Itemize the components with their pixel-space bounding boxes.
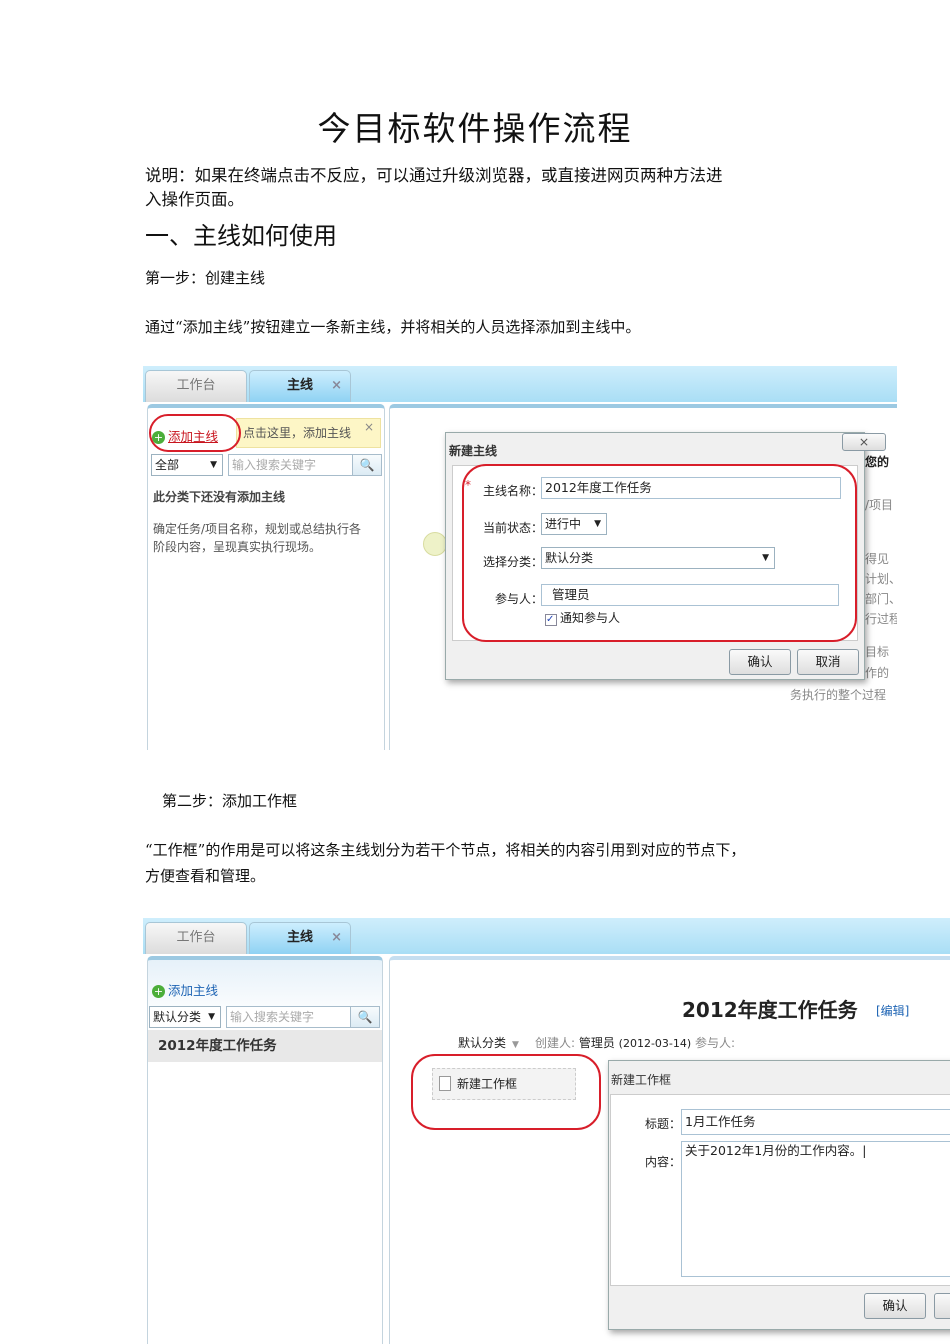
mainline-list-item[interactable]: 2012年度工作任务	[148, 1030, 382, 1062]
screenshot-add-workframe: 工作台 主线 × + 添加主线 默认分类 ▼ 输入搜索关键字 🔍 2012年度工作任务…	[143, 918, 950, 1344]
cancel-button[interactable]	[934, 1293, 950, 1319]
content-label: 内容：	[644, 1155, 681, 1169]
dialog-title: 新建工作框	[611, 1073, 672, 1087]
section-heading: 一、主线如何使用	[145, 222, 337, 250]
dialog-title: 新建主线	[449, 444, 498, 458]
select-value: 默认分类	[153, 1010, 202, 1024]
step2-desc-1: “工作框”的作用是可以将这条主线划分为若干个节点，将相关的内容引用到对应的节点下…	[145, 841, 746, 859]
dialog-close-button[interactable]: ×	[842, 433, 886, 451]
step1-desc: 通过“添加主线”按钮建立一条新主线，并将相关的人员选择添加到主线中。	[145, 318, 641, 336]
chevron-down-icon[interactable]: ▼	[512, 1040, 519, 1050]
dialog-body: 标题： 1月工作任务 内容： 关于2012年1月份的工作内容。|	[610, 1094, 950, 1286]
add-mainline-link[interactable]: + 添加主线	[152, 980, 218, 999]
sidebar-panel: + 添加主线 默认分类 ▼ 输入搜索关键字 🔍 2012年度工作任务	[147, 956, 383, 1344]
search-icon[interactable]: 🔍	[350, 1006, 380, 1028]
tooltip-text: 点击这里，添加主线	[243, 426, 352, 440]
tab-workbench[interactable]: 工作台	[145, 922, 247, 954]
highlight-ring	[411, 1054, 601, 1130]
empty-desc-1: 确定任务/项目名称，规划或总结执行各	[153, 522, 362, 536]
category-select[interactable]: 全部 ▼	[151, 454, 223, 476]
tab-label: 主线	[286, 378, 313, 393]
empty-desc-2: 阶段内容，呈现真实执行现场。	[153, 540, 322, 554]
step2-label: 第二步：添加工作框	[162, 792, 298, 810]
title-label: 标题：	[644, 1117, 681, 1131]
bg-text: /项目	[865, 498, 894, 512]
step2-desc-2: 方便查看和管理。	[145, 867, 266, 885]
tab-mainline[interactable]: 主线 ×	[249, 370, 351, 402]
search-icon[interactable]: 🔍	[352, 454, 382, 476]
mainline-title: 2012年度工作任务	[682, 998, 858, 1022]
category-label[interactable]: 默认分类	[458, 1036, 506, 1050]
creator: 管理员	[578, 1036, 615, 1050]
document-title: 今目标软件操作流程	[317, 109, 633, 148]
creator-label: 创建人:	[534, 1036, 575, 1050]
add-link-label: 添加主线	[168, 983, 219, 998]
tooltip-close-icon[interactable]: ×	[364, 413, 374, 441]
empty-title: 此分类下还没有添加主线	[153, 490, 286, 504]
tab-label: 主线	[286, 930, 313, 945]
close-icon[interactable]: ×	[331, 371, 342, 401]
intro-line-2: 入操作页面。	[145, 190, 244, 209]
close-icon[interactable]: ×	[331, 923, 342, 953]
meta-row: 默认分类 ▼ 创建人: 管理员 (2012-03-14) 参与人:	[458, 1034, 735, 1051]
bg-text: 行过程	[865, 612, 897, 626]
new-frame-dialog: 新建工作框 标题： 1月工作任务 内容： 关于2012年1月份的工作内容。| 确…	[608, 1060, 950, 1330]
members-label: 参与人:	[695, 1036, 736, 1050]
confirm-button[interactable]: 确认	[729, 649, 791, 675]
bg-text: 您的	[865, 455, 890, 469]
sidebar-panel: + 添加主线 点击这里，添加主线 × 全部 ▼ 输入搜索关键字 🔍 此分类下还没有添加…	[147, 404, 385, 750]
bg-text: 部门、	[865, 592, 897, 606]
highlight-ring	[462, 464, 857, 642]
cancel-button[interactable]: 取消	[797, 649, 859, 675]
tab-mainline[interactable]: 主线 ×	[249, 922, 351, 954]
created-date: (2012-03-14)	[618, 1037, 692, 1050]
bg-text: 目标	[865, 645, 890, 659]
mail-icon	[423, 532, 447, 556]
plus-icon: +	[152, 985, 165, 998]
confirm-button[interactable]: 确认	[864, 1293, 926, 1319]
title-input[interactable]: 1月工作任务	[681, 1109, 950, 1135]
category-select[interactable]: 默认分类 ▼	[149, 1006, 221, 1028]
bg-text: 作的	[865, 666, 890, 680]
search-input[interactable]: 输入搜索关键字	[226, 1006, 351, 1028]
select-value: 全部	[155, 458, 180, 472]
highlight-ring	[149, 414, 241, 452]
bg-text: 得见	[865, 552, 890, 566]
step1-label: 第一步：创建主线	[145, 269, 266, 287]
chevron-down-icon: ▼	[210, 460, 217, 470]
intro-line-1: 说明：如果在终端点击不反应，可以通过升级浏览器，或直接进网页两种方法进	[145, 166, 723, 185]
bg-text: 务执行的整个过程	[790, 688, 887, 702]
bg-text: 计划、	[865, 572, 897, 586]
search-input[interactable]: 输入搜索关键字	[228, 454, 353, 476]
screenshot-create-mainline: 工作台 主线 × + 添加主线 点击这里，添加主线 × 全部 ▼ 输入搜索关键字 🔍 此…	[143, 366, 897, 750]
tab-workbench[interactable]: 工作台	[145, 370, 247, 402]
content-textarea[interactable]: 关于2012年1月份的工作内容。|	[681, 1141, 950, 1277]
tooltip: 点击这里，添加主线 ×	[236, 418, 381, 448]
chevron-down-icon: ▼	[208, 1012, 215, 1022]
edit-link[interactable]: [编辑]	[876, 1002, 909, 1019]
